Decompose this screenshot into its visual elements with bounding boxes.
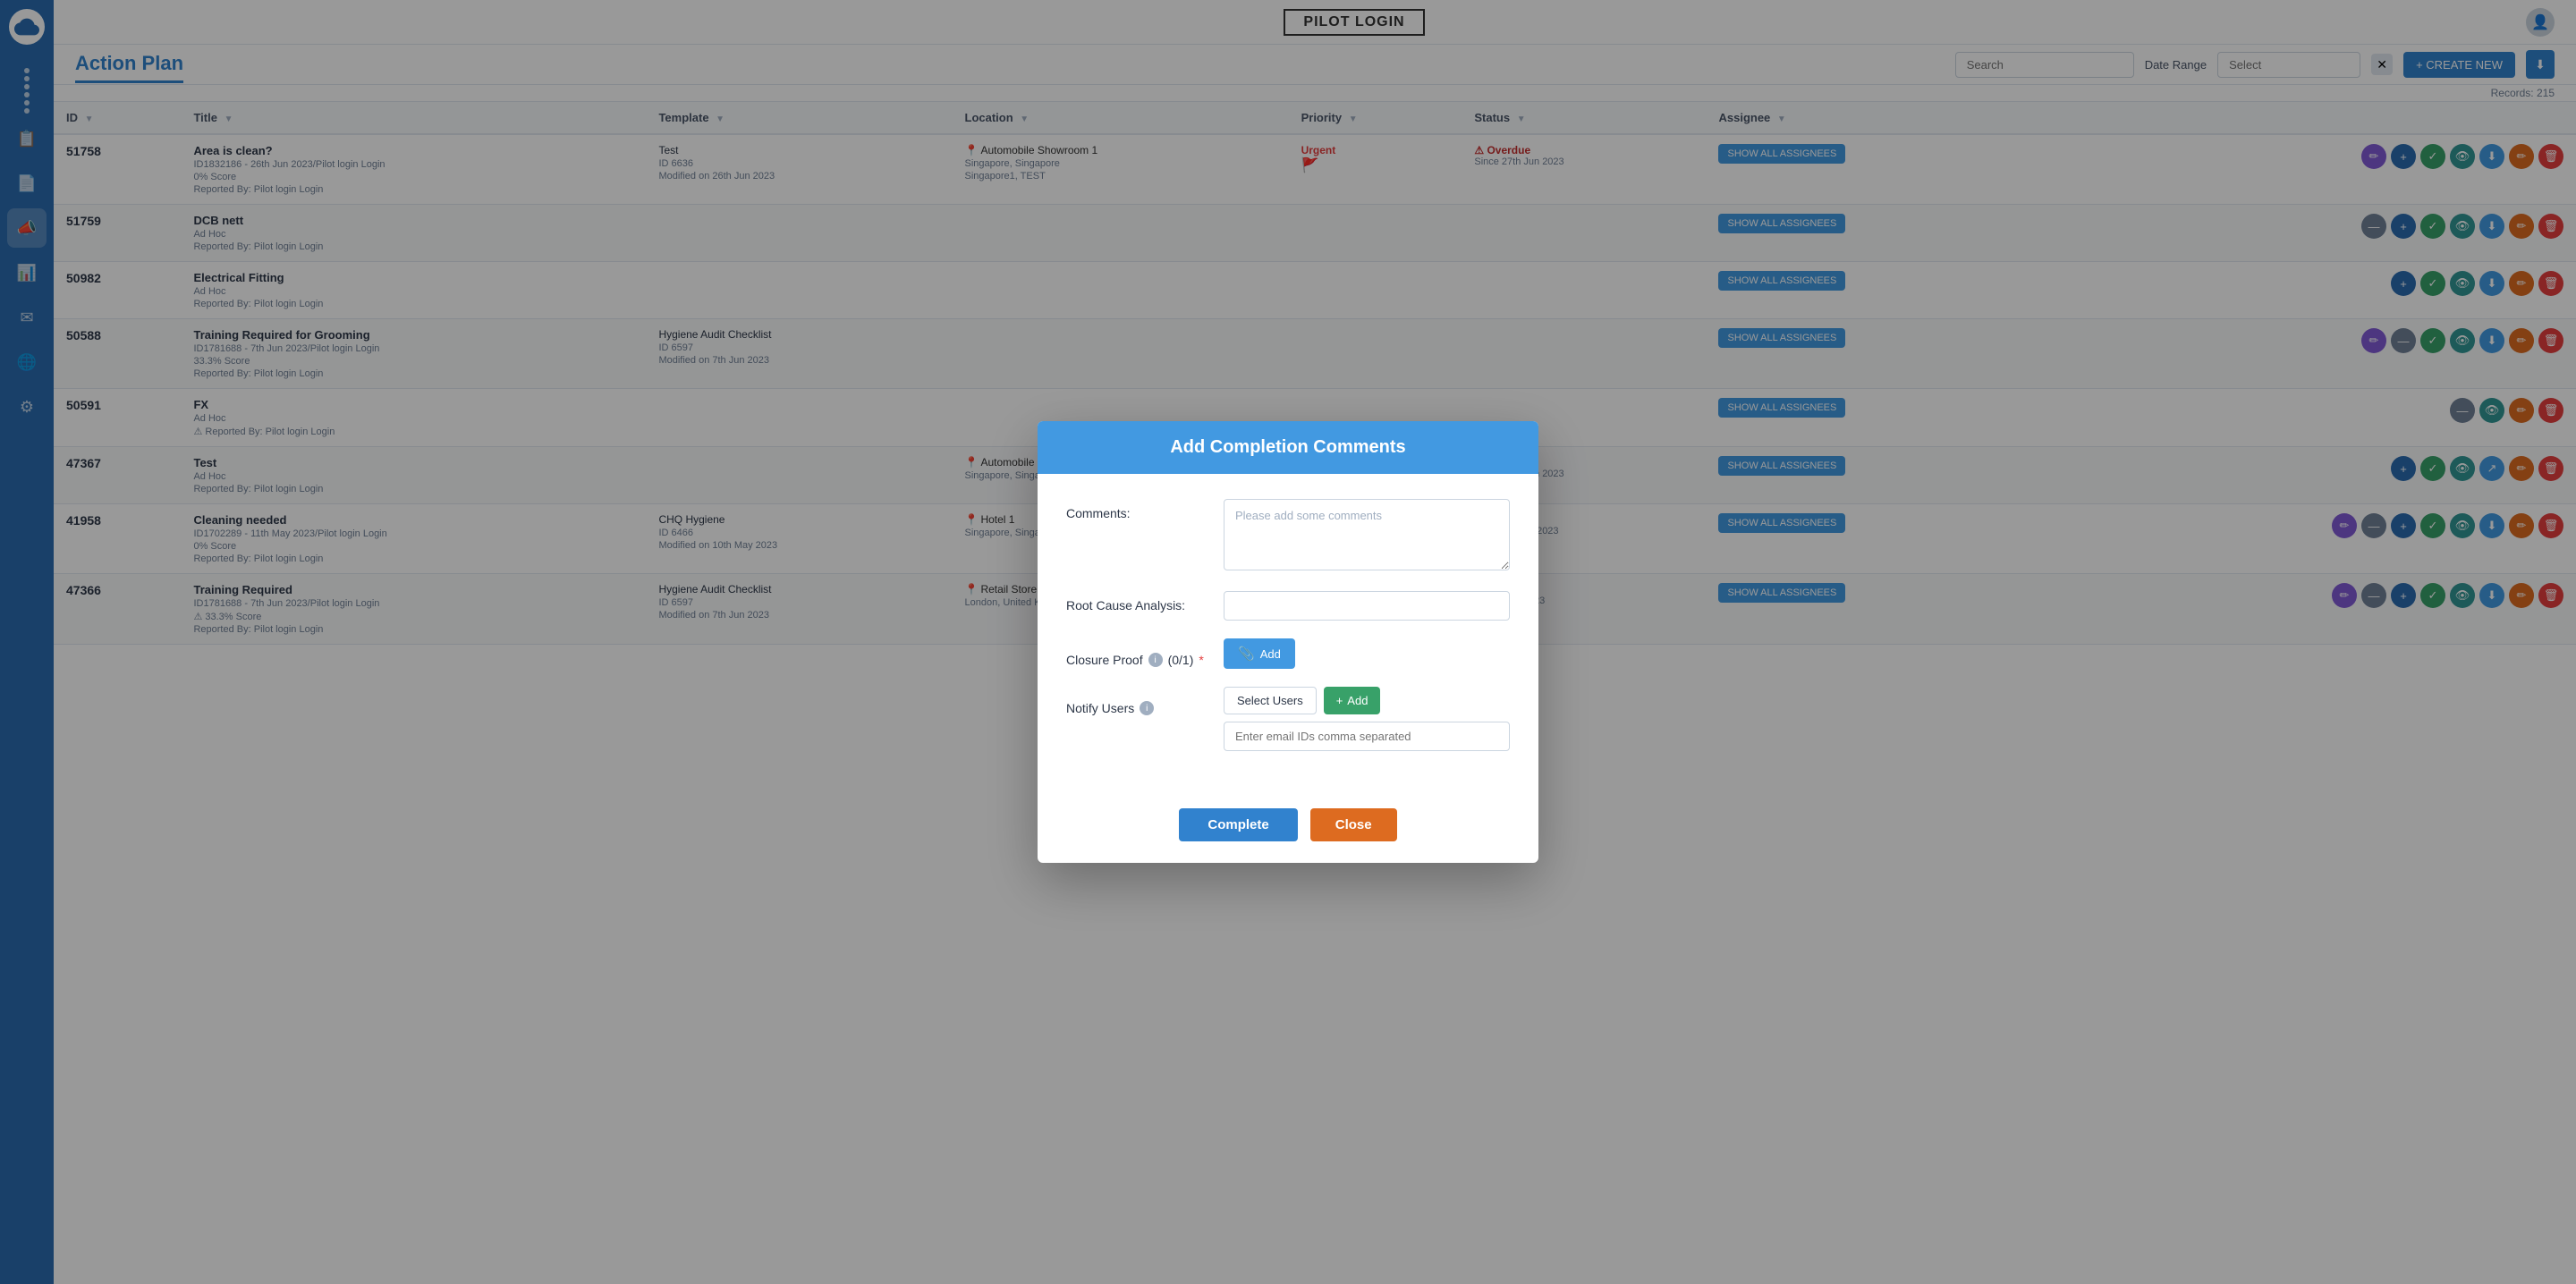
root-cause-input[interactable] xyxy=(1224,591,1510,621)
modal-body: Comments: Root Cause Analysis: Closure P… xyxy=(1038,474,1538,794)
closure-proof-field: 📎 Add xyxy=(1224,638,1510,669)
closure-proof-count: (0/1) xyxy=(1168,653,1194,667)
modal-header: Add Completion Comments xyxy=(1038,421,1538,474)
notify-users-row: Notify Users i Select Users + Add xyxy=(1066,687,1510,751)
plus-icon: + xyxy=(1336,694,1343,707)
modal-title: Add Completion Comments xyxy=(1059,437,1517,458)
root-cause-row: Root Cause Analysis: xyxy=(1066,591,1510,621)
paperclip-icon: 📎 xyxy=(1238,646,1255,662)
root-cause-label: Root Cause Analysis: xyxy=(1066,591,1209,612)
closure-proof-info-icon: i xyxy=(1148,653,1163,667)
closure-proof-row: Closure Proof i (0/1) * 📎 Add xyxy=(1066,638,1510,669)
add-users-button[interactable]: + Add xyxy=(1324,687,1381,714)
root-cause-field xyxy=(1224,591,1510,621)
comments-row: Comments: xyxy=(1066,499,1510,573)
modal-footer: Complete Close xyxy=(1038,794,1538,863)
select-users-button[interactable]: Select Users xyxy=(1224,687,1317,714)
close-button[interactable]: Close xyxy=(1310,808,1397,841)
attach-button[interactable]: 📎 Add xyxy=(1224,638,1295,669)
comments-field xyxy=(1224,499,1510,573)
notify-label: Notify Users xyxy=(1066,701,1134,715)
attach-label: Add xyxy=(1260,647,1281,661)
notify-controls: Select Users + Add xyxy=(1224,687,1510,751)
closure-proof-label-container: Closure Proof i (0/1) * xyxy=(1066,638,1209,667)
modal-overlay: Add Completion Comments Comments: Root C… xyxy=(0,0,2576,1284)
comments-label: Comments: xyxy=(1066,499,1209,520)
add-label: Add xyxy=(1347,694,1368,707)
email-input[interactable] xyxy=(1224,722,1510,751)
add-completion-comments-modal: Add Completion Comments Comments: Root C… xyxy=(1038,421,1538,863)
notify-info-icon: i xyxy=(1140,701,1154,715)
notify-label-container: Notify Users i xyxy=(1066,687,1209,715)
required-indicator: * xyxy=(1199,653,1203,667)
comments-textarea[interactable] xyxy=(1224,499,1510,570)
complete-button[interactable]: Complete xyxy=(1179,808,1297,841)
notify-top: Select Users + Add xyxy=(1224,687,1510,714)
closure-proof-label: Closure Proof xyxy=(1066,653,1143,667)
